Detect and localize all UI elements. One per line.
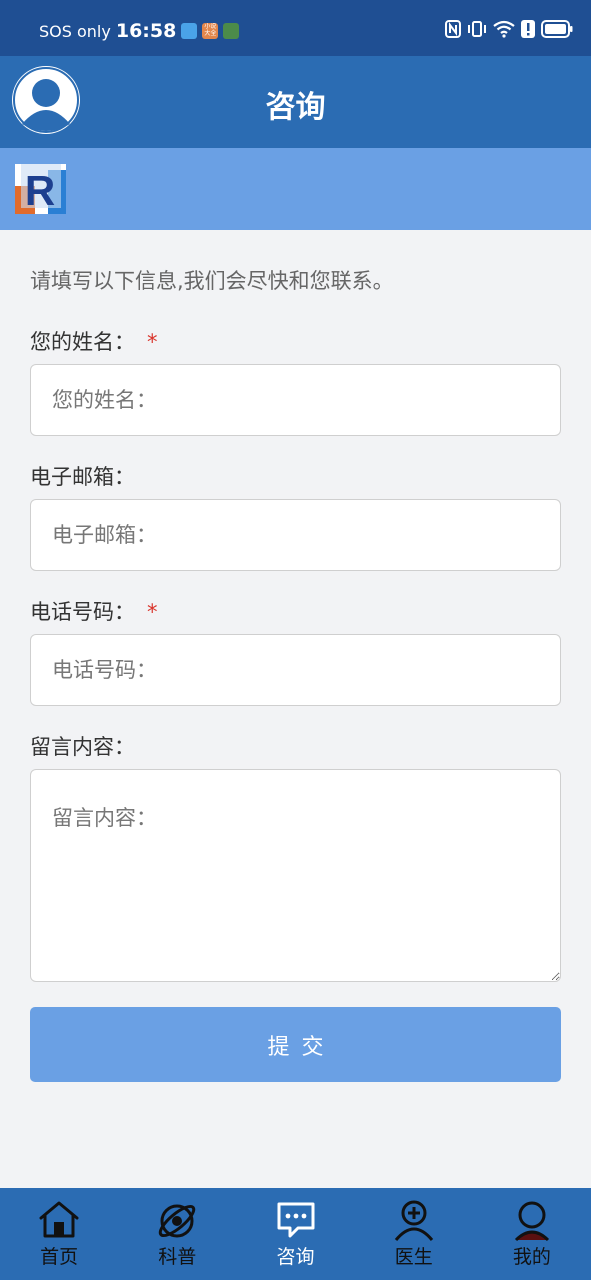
- home-icon: [39, 1201, 79, 1238]
- tab-doctor[interactable]: 医生: [355, 1188, 473, 1280]
- logo-letter: R: [25, 167, 55, 214]
- app-header: 咨询: [0, 56, 591, 148]
- chat-icon: [277, 1202, 314, 1238]
- app-notification-icon-2: [223, 23, 240, 39]
- status-right: [445, 20, 573, 38]
- logo-band: R: [0, 148, 591, 230]
- clock-time: 16:58: [115, 20, 177, 42]
- page-title: 咨询: [265, 90, 326, 125]
- submit-button[interactable]: 提交: [30, 1007, 561, 1082]
- vibrate-icon: [468, 21, 486, 37]
- email-input[interactable]: [30, 499, 561, 571]
- name-label: 您的姓名： *: [30, 326, 158, 356]
- phone-input[interactable]: [30, 634, 561, 706]
- tab-home-label: 首页: [40, 1246, 79, 1268]
- message-textarea[interactable]: [30, 769, 561, 982]
- phone-label: 电话号码： *: [30, 596, 158, 626]
- carrier-text: SOS only: [39, 21, 111, 41]
- planet-icon: [159, 1204, 196, 1238]
- required-mark: *: [147, 600, 158, 624]
- phone-label-text: 电话号码：: [30, 600, 135, 624]
- bottom-tab-bar: 首页 科普 咨询 医生 我的: [0, 1188, 591, 1280]
- form-intro: 请填写以下信息,我们会尽快和您联系。: [30, 269, 394, 293]
- alert-icon: [521, 20, 535, 38]
- nfc-icon: [445, 20, 461, 38]
- name-input[interactable]: [30, 364, 561, 436]
- app-notification-icon: [181, 23, 198, 39]
- tab-science[interactable]: 科普: [118, 1188, 236, 1280]
- battery-icon: [541, 20, 573, 38]
- profile-icon: [514, 1201, 549, 1242]
- email-label: 电子邮箱：: [30, 465, 135, 489]
- tab-home[interactable]: 首页: [0, 1188, 118, 1280]
- tab-mine[interactable]: 我的: [473, 1188, 591, 1280]
- status-left: SOS only 16:58 小说 大全: [39, 20, 240, 42]
- status-bar: SOS only 16:58 小说 大全: [0, 0, 591, 56]
- brand-logo: R: [15, 164, 66, 214]
- name-label-text: 您的姓名：: [30, 330, 135, 354]
- novel-app-notification-icon: 小说 大全: [202, 23, 219, 39]
- doctor-icon: [394, 1200, 433, 1241]
- wifi-icon: [493, 20, 515, 38]
- tab-doctor-label: 医生: [394, 1246, 433, 1268]
- required-mark: *: [147, 330, 158, 354]
- tab-consult-label: 咨询: [276, 1246, 315, 1268]
- tab-mine-label: 我的: [512, 1246, 551, 1268]
- tab-science-label: 科普: [158, 1246, 197, 1268]
- tab-consult[interactable]: 咨询: [236, 1188, 354, 1280]
- message-label: 留言内容：: [30, 735, 135, 759]
